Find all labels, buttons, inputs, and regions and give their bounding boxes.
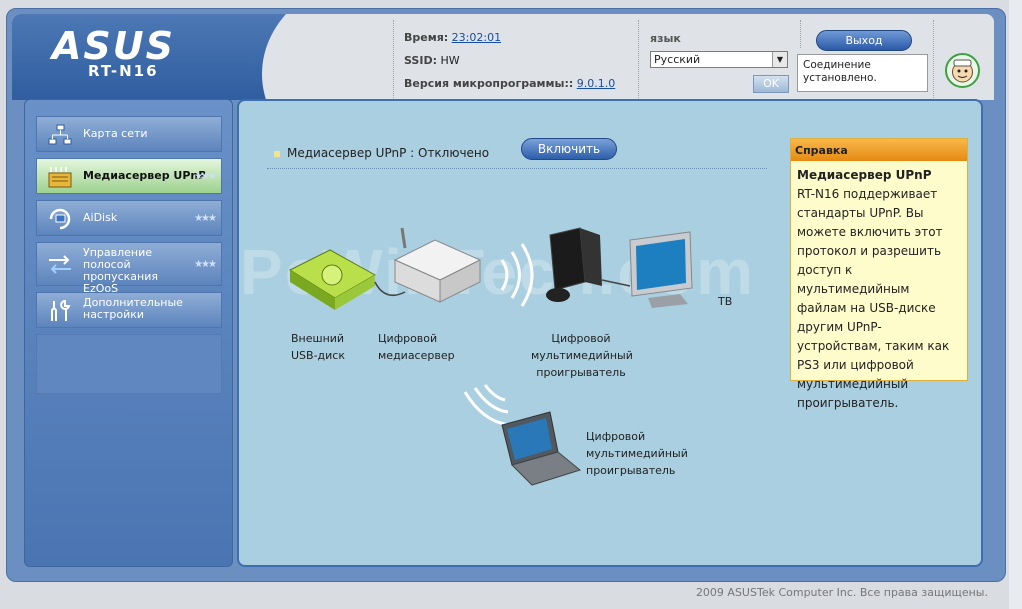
model-name: RT-N16 [88, 62, 159, 80]
help-text: RT-N16 поддерживает стандарты UPnP. Вы м… [797, 187, 950, 410]
sidebar-item-aidisk[interactable]: AiDisk ★★★ [36, 200, 222, 236]
tv-label: ТВ [718, 295, 733, 308]
laptop-icon [501, 411, 582, 486]
sidebar-item-label: Карта сети [83, 127, 148, 140]
stars-icon: ★★★ [194, 259, 217, 270]
header-divider [638, 20, 639, 100]
divider [267, 168, 767, 169]
player2-label: Цифровой мультимедийный проигрыватель [586, 430, 688, 477]
sidebar-item-label: Управление полосой пропускания EzQoS [83, 246, 158, 295]
wireless-waves-icon [500, 243, 534, 307]
footer-copyright: 2009 ASUSTek Computer Inc. Все права защ… [695, 586, 988, 599]
sidebar-item-label: Дополнительные настройки [83, 296, 183, 321]
game-console-icon [546, 227, 602, 302]
page-title: Медиасервер UPnP : Отключено [274, 146, 489, 160]
bullet-icon [274, 150, 280, 157]
scrollbar[interactable] [1009, 0, 1022, 609]
ssid-value: HW [440, 54, 460, 67]
stars-icon: ★★★ [194, 171, 217, 182]
ok-button[interactable]: OK [753, 75, 789, 93]
media-server-icon [47, 165, 73, 189]
sidebar-item-label: AiDisk [83, 211, 118, 224]
help-panel: Справка Медиасервер UPnP RT-N16 поддержи… [790, 138, 968, 410]
usb-disk-label: Внешний USB-диск [291, 332, 345, 362]
help-heading: Медиасервер UPnP [797, 168, 932, 182]
time-row: Время: 23:02:01 [404, 31, 501, 44]
language-label: язык [650, 32, 681, 45]
avatar [945, 53, 980, 88]
stars-icon: ★★★ [194, 213, 217, 224]
firmware-link[interactable]: 9.0.1.0 [577, 77, 615, 90]
page-title-text: Медиасервер UPnP : Отключено [287, 146, 490, 160]
sidebar: Карта сети Медиасервер UPnP ★★★ AiDisk ★… [24, 99, 233, 567]
aidisk-icon [47, 207, 73, 231]
media-server-label: Цифровой медиасервер [378, 332, 455, 362]
sidebar-item-label: Медиасервер UPnP [83, 169, 207, 182]
sidebar-item-network-map[interactable]: Карта сети [36, 116, 222, 152]
sidebar-item-upnp[interactable]: Медиасервер UPnP ★★★ [36, 158, 222, 194]
header-divider [393, 20, 394, 100]
language-selected: Русский [654, 53, 701, 66]
wireless-waves-icon [463, 384, 511, 427]
router-icon [393, 227, 482, 303]
language-select[interactable]: Русский ▼ [650, 51, 788, 68]
header-divider [933, 20, 934, 100]
header-divider [800, 20, 801, 48]
help-title: Справка [791, 139, 967, 161]
tv-icon [629, 231, 693, 308]
status-box: Соединение установлено. [797, 54, 928, 92]
sidebar-item-ezqos[interactable]: Управление полосой пропускания EzQoS ★★★ [36, 242, 222, 295]
time-link[interactable]: 23:02:01 [452, 31, 501, 44]
chevron-down-icon[interactable]: ▼ [772, 52, 787, 67]
assistant-icon [952, 59, 973, 83]
firmware-label: Версия микропрограммы:: [404, 77, 574, 90]
player1-label: Цифровой мультимедийный проигрыватель [531, 332, 633, 379]
time-label: Время: [404, 31, 449, 44]
enable-button[interactable]: Включить [521, 138, 617, 160]
sidebar-empty-panel [36, 334, 222, 394]
ssid-row: SSID: HW [404, 54, 460, 67]
network-map-icon [47, 123, 73, 147]
ssid-label: SSID: [404, 54, 437, 67]
tools-icon [47, 299, 73, 323]
exit-button[interactable]: Выход [816, 30, 912, 51]
bandwidth-icon [47, 253, 73, 277]
firmware-row: Версия микропрограммы:: 9.0.1.0 [404, 77, 615, 90]
sidebar-item-advanced[interactable]: Дополнительные настройки [36, 292, 222, 328]
usb-disk-icon [288, 249, 377, 310]
help-body: Медиасервер UPnP RT-N16 поддерживает ста… [791, 161, 967, 418]
